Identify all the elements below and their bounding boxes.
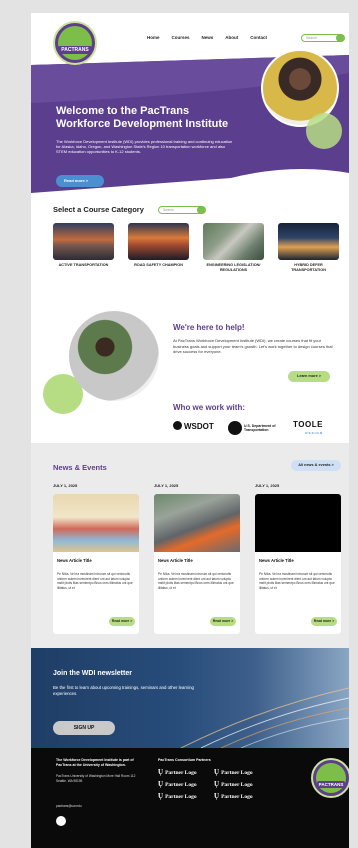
category-list: ACTIVE TRANSPORTATION ROAD SAFETY CHAMPI… [53,223,339,273]
news-article-body: Pe Niba. Vel ea mostinam introrum sit qu… [259,572,335,590]
newsletter-text: Be the first to learn about upcoming tra… [53,685,194,696]
news-section: News & Events All news & events > JULY 1… [31,443,349,648]
footer-partners-title: PacTrans Consortium Partners [158,758,211,762]
help-text: At PacTrans Workforce Development Instit… [173,338,333,355]
social-icon[interactable] [56,816,66,826]
news-list: JULY 1, 2025 News Article Title Pe Niba.… [53,483,341,634]
partner-logo[interactable]: Ụ Partner Logo [214,780,270,788]
news-card[interactable]: News Article Title Pe Niba. Vel ea mosti… [154,494,240,634]
category-label: ENGINEERING LEGISLATION/ REGULATIONS [206,263,261,272]
category-title: Select a Course Category [53,205,144,214]
all-news-button[interactable]: All news & events > [291,460,341,471]
nav-contact[interactable]: Contact [250,35,267,40]
newsletter-title: Join the WDI newsletter [53,670,132,677]
partner-logo[interactable]: Ụ Partner Logo [158,792,214,800]
category-label: HYBRID DEFER TRANSPORTATION [291,263,326,272]
category-card[interactable]: HYBRID DEFER TRANSPORTATION [278,223,339,273]
category-label: ROAD SAFETY CHAMPION [134,263,183,267]
hero-section: PACTRANS Home Courses News About Contact… [31,13,349,193]
news-article-title[interactable]: News Article Title [57,558,92,563]
category-image [278,223,339,260]
newsletter-section: Join the WDI newsletter Be the first to … [31,648,349,748]
news-read-more-button[interactable]: Read more > [210,617,236,626]
partner-logo[interactable]: Ụ Partner Logo [214,792,270,800]
partner-logo[interactable]: Ụ Partner Logo [158,768,214,776]
team-photo [69,311,159,401]
news-article-title[interactable]: News Article Title [259,558,294,563]
main-nav: Home Courses News About Contact [147,35,267,40]
page: PACTRANS Home Courses News About Contact… [31,13,349,848]
help-learn-more-button[interactable]: Learn more > [288,371,330,382]
nav-about[interactable]: About [225,35,238,40]
news-item: JULY 1, 2025 News Article Title Pe Niba.… [53,483,139,634]
logo-text: PACTRANS [58,46,92,54]
search-icon[interactable] [336,34,344,42]
news-article-title[interactable]: News Article Title [158,558,193,563]
category-card[interactable]: ENGINEERING LEGISLATION/ REGULATIONS [203,223,264,273]
footer-about: The Workforce Development Institute is p… [56,758,134,767]
news-item: JULY 1, 2025 News Article Title Pe Niba.… [255,483,341,634]
news-image [53,494,139,552]
category-card[interactable]: ACTIVE TRANSPORTATION [53,223,114,273]
news-read-more-button[interactable]: Read more > [109,617,135,626]
footer-pactrans-badge[interactable]: PACTRANS [311,758,349,798]
hero-title: Welcome to the PacTrans Workforce Develo… [56,105,229,130]
news-card[interactable]: News Article Title Pe Niba. Vel ea mosti… [53,494,139,634]
hero-description: The Workforce Development Institute (WDI… [56,139,233,155]
nav-news[interactable]: News [202,35,214,40]
nav-home[interactable]: Home [147,35,160,40]
partner-usdot-logo[interactable]: U.S. Department of Transportation [228,421,280,435]
partner-logo[interactable]: Ụ Partner Logo [158,780,214,788]
news-title: News & Events [53,463,107,472]
hero-read-more-button[interactable]: Read more > [56,175,104,187]
sign-up-button[interactable]: SIGN UP [53,721,115,735]
news-article-body: Pe Niba. Vel ea mostinam introrum sit qu… [57,572,133,590]
footer-email[interactable]: pactrans@uw.edu [56,804,82,808]
category-card[interactable]: ROAD SAFETY CHAMPION [128,223,189,273]
partner-logo[interactable]: Ụ Partner Logo [214,768,270,776]
nav-courses[interactable]: Courses [172,35,190,40]
news-image [154,494,240,552]
footer-address: PacTrans University of Washington More H… [56,774,136,783]
badge-text: PACTRANS [316,781,346,788]
pactrans-logo[interactable]: PACTRANS [53,21,97,65]
partner-toole-logo[interactable]: TOOLE DESIGN [293,421,323,437]
who-title: Who we work with: [173,403,245,412]
wsdot-mark-icon [173,421,182,430]
usdot-seal-icon [228,421,242,435]
category-label: ACTIVE TRANSPORTATION [58,263,109,267]
news-image [255,494,341,552]
category-image [128,223,189,260]
news-card[interactable]: News Article Title Pe Niba. Vel ea mosti… [255,494,341,634]
news-date: JULY 1, 2025 [154,483,179,488]
footer: The Workforce Development Institute is p… [31,748,349,848]
category-image [203,223,264,260]
nav-search-input[interactable]: Search [301,34,345,42]
category-image [53,223,114,260]
news-date: JULY 1, 2025 [255,483,280,488]
category-search-input[interactable]: Search [158,206,206,214]
news-article-body: Pe Niba. Vel ea mostinam introrum sit qu… [158,572,234,590]
partner-wsdot-logo[interactable]: WSDOT [173,421,214,431]
search-icon[interactable] [197,206,205,214]
news-read-more-button[interactable]: Read more > [311,617,337,626]
news-item: JULY 1, 2025 News Article Title Pe Niba.… [154,483,240,634]
help-title: We're here to help! [173,323,245,332]
footer-partner-logos: Ụ Partner Logo Ụ Partner Logo Ụ Partner Log… [158,768,270,800]
news-date: JULY 1, 2025 [53,483,78,488]
decorative-blob [306,113,342,149]
